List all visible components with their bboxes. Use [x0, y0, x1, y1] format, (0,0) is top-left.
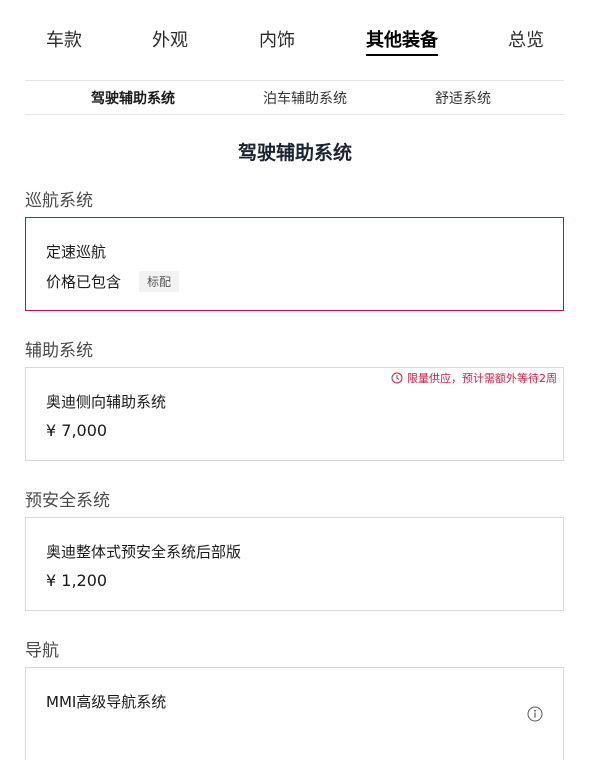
option-price: ¥ 7,000	[46, 421, 108, 440]
option-card-cruise-control[interactable]: 定速巡航 价格已包含 标配	[25, 217, 564, 311]
limited-supply-text: 限量供应，预计需额外等待2周	[407, 372, 557, 385]
option-name: 定速巡航	[46, 243, 107, 261]
subtab-driver-assist[interactable]: 驾驶辅助系统	[91, 88, 175, 108]
category-title-presense: 预安全系统	[25, 491, 110, 511]
option-card-side-assist[interactable]: 限量供应，预计需额外等待2周 奥迪侧向辅助系统 ¥ 7,000	[25, 367, 564, 461]
category-title-navigation: 导航	[25, 641, 59, 661]
tab-other-equipment[interactable]: 其他装备	[366, 26, 438, 56]
info-icon[interactable]	[527, 706, 543, 722]
tab-overview[interactable]: 总览	[508, 26, 544, 52]
sub-tab-bar: 驾驶辅助系统 泊车辅助系统 舒适系统	[25, 80, 564, 115]
tab-interior[interactable]: 内饰	[259, 26, 295, 52]
subtab-comfort[interactable]: 舒适系统	[435, 88, 491, 108]
tab-models[interactable]: 车款	[46, 26, 82, 52]
category-title-assist: 辅助系统	[25, 341, 93, 361]
price-included-text: 价格已包含	[46, 273, 122, 291]
option-price: ¥ 1,200	[46, 571, 108, 590]
clock-icon	[391, 372, 403, 384]
option-name: 奥迪整体式预安全系统后部版	[46, 543, 242, 561]
option-name: MMI高级导航系统	[46, 693, 167, 711]
category-title-cruise: 巡航系统	[25, 191, 93, 211]
limited-supply-notice: 限量供应，预计需额外等待2周	[391, 370, 557, 386]
tab-exterior[interactable]: 外观	[152, 26, 188, 52]
option-card-mmi-navigation[interactable]: MMI高级导航系统	[25, 667, 564, 760]
top-tab-bar: 车款 外观 内饰 其他装备 总览	[0, 0, 590, 80]
standard-badge: 标配	[139, 271, 180, 292]
option-name: 奥迪侧向辅助系统	[46, 393, 167, 411]
subtab-parking-assist[interactable]: 泊车辅助系统	[263, 88, 347, 108]
option-card-presense-rear[interactable]: 奥迪整体式预安全系统后部版 ¥ 1,200	[25, 517, 564, 611]
section-title: 驾驶辅助系统	[237, 142, 352, 164]
